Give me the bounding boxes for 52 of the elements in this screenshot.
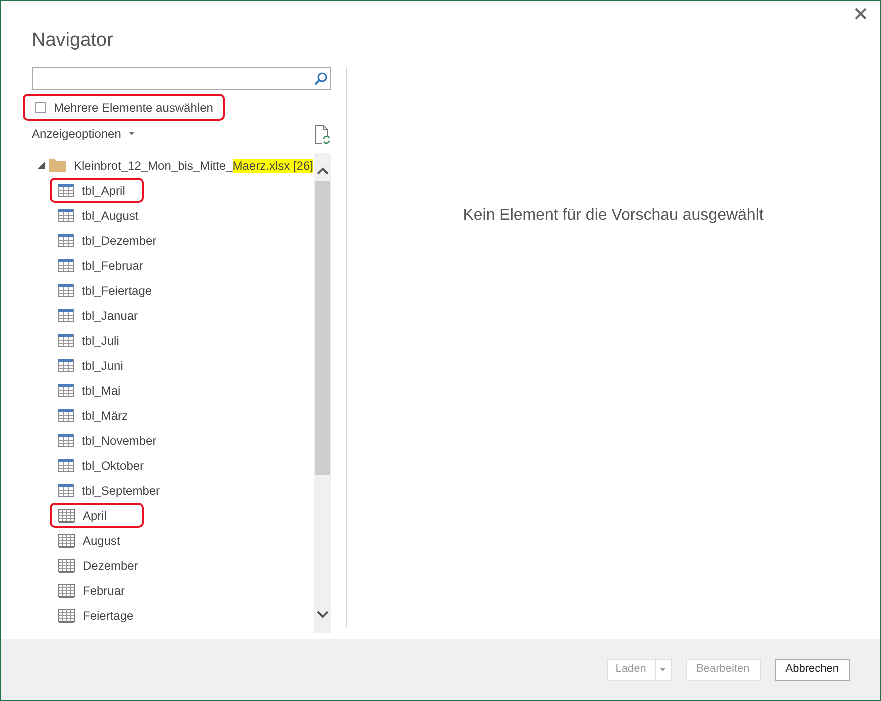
tree-item[interactable]: Dezember: [50, 553, 146, 578]
sheet-icon: [58, 608, 75, 622]
tree-item[interactable]: tbl_Juli: [50, 328, 144, 353]
sheet-icon: [58, 584, 75, 598]
tree-item[interactable]: Februar: [50, 578, 144, 603]
scroll-down-icon[interactable]: [316, 611, 328, 619]
table-icon: [58, 234, 74, 247]
table-icon: [58, 284, 74, 297]
table-icon: [58, 384, 74, 397]
search-icon: [314, 72, 328, 86]
tree-item[interactable]: Kleinbrot_12_Mon_bis_Mitte_Maerz.xlsx [26]: [74, 156, 314, 174]
sheet-icon: [58, 558, 75, 572]
tree-item[interactable]: tbl_Februar: [50, 253, 152, 278]
tree-item[interactable]: tbl_Dezember: [50, 228, 165, 253]
tree-item[interactable]: tbl_August: [50, 203, 147, 228]
tree-item[interactable]: tbl_Januar: [50, 303, 146, 328]
sheet-icon: [58, 508, 75, 522]
folder-icon: [49, 159, 66, 172]
tree-item[interactable]: tbl_Feiertage: [50, 278, 160, 303]
table-icon: [58, 259, 74, 272]
scrollbar[interactable]: [314, 153, 331, 633]
refresh-icon[interactable]: [314, 124, 330, 144]
table-icon: [58, 309, 74, 322]
table-icon: [58, 484, 74, 497]
caret-icon: [660, 668, 666, 672]
sheet-icon: [58, 534, 75, 548]
table-icon: [58, 434, 74, 447]
tree-item[interactable]: tbl_Juni: [50, 353, 144, 378]
tree-item[interactable]: tbl_März: [50, 403, 144, 428]
tree-item[interactable]: tbl_September: [50, 478, 168, 503]
dialog-button[interactable]: Abbrechen: [774, 658, 850, 680]
tree-item[interactable]: Feiertage: [50, 603, 144, 628]
caret-icon: [129, 132, 136, 136]
preview-message: Kein Element für die Vorschau ausgewählt: [463, 206, 764, 226]
multi-select-checkbox[interactable]: Mehrere Elemente auswählen: [23, 94, 226, 121]
table-icon: [58, 334, 74, 347]
tree-item[interactable]: August: [50, 528, 144, 553]
search-field[interactable]: [32, 67, 331, 90]
tree-item[interactable]: tbl_Mai: [50, 378, 144, 403]
window-title: Navigator: [31, 29, 114, 53]
tree-item[interactable]: tbl_Oktober: [50, 453, 152, 478]
tree-item[interactable]: tbl_April: [50, 178, 144, 203]
table-icon: [58, 184, 74, 197]
tree-item[interactable]: April: [50, 503, 144, 528]
tree-item[interactable]: tbl_November: [50, 428, 165, 453]
table-icon: [58, 359, 74, 372]
table-icon: [58, 209, 74, 222]
display-options-dropdown[interactable]: Anzeigeoptionen: [32, 125, 136, 143]
scroll-up-icon[interactable]: [316, 167, 328, 175]
table-icon: [58, 459, 74, 472]
expand-triangle-icon[interactable]: [38, 162, 45, 169]
table-icon: [58, 409, 74, 422]
